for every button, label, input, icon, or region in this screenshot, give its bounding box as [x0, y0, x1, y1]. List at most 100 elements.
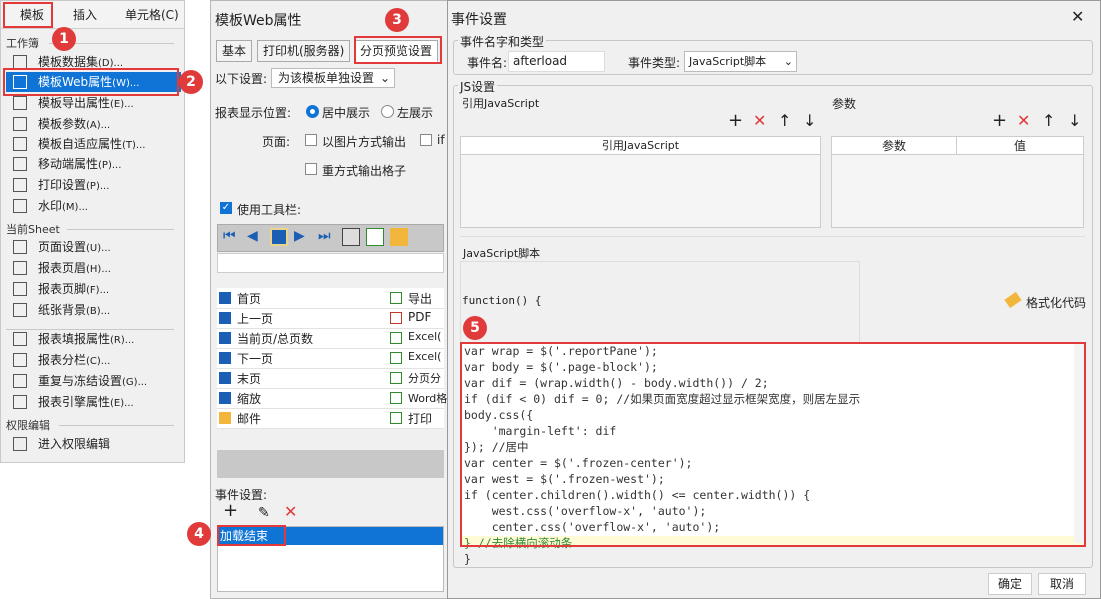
toolbar-button-current-total[interactable]: 当前页/总页数 [237, 330, 313, 347]
js-settings-legend: JS设置 [458, 78, 498, 95]
menu-item-label: 模板参数 [38, 117, 87, 131]
add-ref-icon[interactable]: + [728, 112, 743, 130]
toolbar-button-zoom[interactable]: 缩放 [237, 390, 261, 407]
name-type-legend: 事件名字和类型 [458, 33, 547, 50]
page-count-icon[interactable] [270, 228, 288, 246]
add-icon[interactable]: + [223, 502, 238, 520]
tab-insert[interactable]: 插入 [73, 6, 97, 23]
menu-item-label: 重复与冻结设置 [38, 374, 123, 388]
email-icon[interactable] [390, 228, 408, 246]
as-image-checkbox[interactable] [305, 134, 317, 146]
step-badge-4: 4 [187, 522, 211, 546]
toolbar-button-last[interactable]: 末页 [237, 370, 261, 387]
menu-item-footer[interactable]: 报表页脚(F)... [6, 279, 181, 299]
add-param-icon[interactable]: + [992, 112, 1007, 130]
toolbar-button-pdf[interactable]: PDF [408, 310, 431, 324]
format-code-button[interactable]: 格式化代码 [1026, 294, 1086, 311]
param-up-icon[interactable]: ↑ [1042, 113, 1055, 129]
section-perm: 权限编辑 [6, 419, 50, 432]
toolbar-button-print[interactable]: 打印 [408, 410, 432, 427]
ok-button[interactable]: 确定 [988, 573, 1032, 595]
menu-item-label: 水印 [38, 199, 63, 213]
highlight-box [217, 525, 286, 546]
menu-item-label: 移动端属性 [38, 157, 99, 171]
excel-icon [390, 332, 402, 344]
settings-select[interactable]: 为该模板单独设置 ⌄ [271, 68, 395, 88]
value-header: 值 [957, 137, 1083, 155]
footer-icon [13, 282, 27, 296]
param-down-icon[interactable]: ↓ [1068, 113, 1081, 129]
menu-item-shortcut: (F)... [86, 285, 110, 296]
reassign-checkbox[interactable] [305, 163, 317, 175]
menu-item-shortcut: (E)... [110, 99, 134, 110]
toolbar-button-excel[interactable]: Excel( [408, 330, 441, 343]
menu-item-engine[interactable]: 报表引擎属性(E)... [6, 392, 181, 412]
menu-item-paper-background[interactable]: 纸张背景(B)... [6, 300, 181, 320]
move-up-icon[interactable]: ↑ [778, 113, 791, 129]
toolbar-button-prev[interactable]: 上一页 [237, 310, 273, 327]
menu-item-label: 打印设置 [38, 178, 87, 192]
menu-item-label: 报表页眉 [38, 261, 87, 275]
toolbar-button-pagebreak[interactable]: 分页分 [408, 370, 441, 386]
email-icon [219, 412, 231, 424]
toolbar-button-excel2[interactable]: Excel( [408, 350, 441, 363]
toolbar-button-next[interactable]: 下一页 [237, 350, 273, 367]
divider [217, 368, 444, 369]
menu-item-watermark[interactable]: 水印(M)... [6, 196, 181, 216]
export-icon[interactable] [366, 228, 384, 246]
toolbar-checkbox[interactable]: ✓ [220, 202, 232, 214]
step-badge-2: 2 [179, 70, 203, 94]
menu-item-adaptive[interactable]: 模板自适应属性(T)... [6, 134, 181, 154]
edit-icon[interactable]: ✎ [258, 505, 270, 521]
menu-item-header[interactable]: 报表页眉(H)... [6, 258, 181, 278]
divider [6, 329, 174, 330]
toolbar-button-email[interactable]: 邮件 [237, 410, 261, 427]
first-page-icon[interactable]: ⏮ [223, 228, 241, 246]
menu-item-label: 报表填报属性 [38, 332, 111, 346]
export-properties-icon [13, 96, 27, 110]
delete-param-icon[interactable]: ✕ [1017, 113, 1030, 129]
tab-printer[interactable]: 打印机(服务器) [257, 40, 351, 62]
tab-basic[interactable]: 基本 [216, 40, 253, 62]
radio-left[interactable] [381, 105, 394, 118]
delete-icon[interactable]: ✕ [284, 504, 297, 520]
toolbar-button-first[interactable]: 首页 [237, 290, 261, 307]
move-down-icon[interactable]: ↓ [803, 113, 816, 129]
menu-item-page-setup[interactable]: 页面设置(U)... [6, 237, 181, 257]
grid-icon [13, 437, 27, 451]
toolbar-button-export[interactable]: 导出 [408, 290, 432, 307]
param-header: 参数 [832, 137, 957, 155]
menu-item-shortcut: (M)... [62, 202, 88, 213]
event-type-select[interactable]: JavaScript脚本 ⌄ [684, 51, 797, 72]
menu-item-print-settings[interactable]: 打印设置(P)... [6, 175, 181, 195]
menu-item-fill-properties[interactable]: 报表填报属性(R)... [6, 329, 181, 349]
last-icon [219, 372, 231, 384]
if-checkbox[interactable] [420, 134, 432, 146]
display-position-label: 报表显示位置: [215, 106, 292, 120]
menu-item-parameters[interactable]: 模板参数(A)... [6, 114, 181, 134]
mobile-icon [13, 157, 27, 171]
excel2-icon [390, 352, 402, 364]
print-icon[interactable] [342, 228, 360, 246]
menu-item-shortcut: (T)... [122, 140, 146, 151]
event-name-field[interactable]: afterload [508, 51, 605, 72]
last-page-icon[interactable]: ⏭ [318, 228, 336, 246]
tab-cell[interactable]: 单元格(C) [125, 6, 179, 23]
menu-item-mobile[interactable]: 移动端属性(P)... [6, 154, 181, 174]
chevron-down-icon: ⌄ [783, 55, 793, 68]
menu-item-freeze[interactable]: 重复与冻结设置(G)... [6, 371, 181, 391]
menu-item-export-properties[interactable]: 模板导出属性(E)... [6, 93, 181, 113]
toolbar-button-word[interactable]: Word格 [408, 390, 447, 406]
next-page-icon[interactable]: ▶ [294, 228, 312, 246]
cancel-button[interactable]: 取消 [1038, 573, 1086, 595]
prev-page-icon[interactable]: ◀ [247, 228, 265, 246]
menu-item-shortcut: (H)... [86, 264, 111, 275]
menu-item-perm-edit[interactable]: 进入权限编辑 [6, 434, 181, 454]
divider [217, 388, 444, 389]
radio-center[interactable] [306, 105, 319, 118]
menu-item-columns[interactable]: 报表分栏(C)... [6, 350, 181, 370]
close-icon[interactable]: ✕ [1071, 9, 1084, 25]
delete-ref-icon[interactable]: ✕ [753, 113, 766, 129]
print-icon [390, 412, 402, 424]
divider [67, 229, 174, 230]
